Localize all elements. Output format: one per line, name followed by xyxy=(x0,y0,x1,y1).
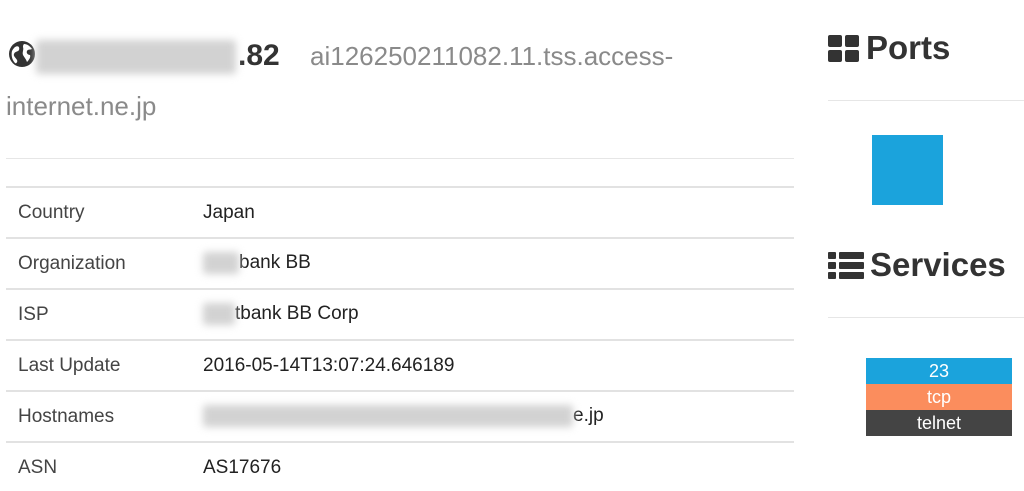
row-value: tbank BB Corp xyxy=(203,289,794,340)
grid-icon xyxy=(828,35,859,62)
header-divider xyxy=(6,158,794,159)
row-value: bank BB xyxy=(203,238,794,289)
table-row: Country Japan xyxy=(6,187,794,238)
table-row: ISP tbank BB Corp xyxy=(6,289,794,340)
row-key: Organization xyxy=(18,252,126,274)
isp-value: tbank BB Corp xyxy=(235,303,359,325)
row-key: Hostnames xyxy=(18,405,115,427)
services-divider xyxy=(828,317,1024,318)
table-row: Hostnames e.jp xyxy=(6,391,794,442)
redacted-text xyxy=(203,252,239,275)
row-value: AS17676 xyxy=(203,457,282,478)
row-key: ASN xyxy=(18,457,58,478)
ip-suffix: .82 xyxy=(238,39,280,72)
ip-address: .82 xyxy=(36,28,280,84)
services-title: Services xyxy=(870,246,1006,283)
service-protocol: tcp xyxy=(866,384,1012,410)
list-icon xyxy=(828,252,864,279)
ports-divider xyxy=(828,100,1024,101)
port-tile[interactable] xyxy=(872,135,943,205)
hostname-line1: ai126250211082.11.tss.access- xyxy=(310,41,674,71)
ports-heading: Ports xyxy=(828,28,950,68)
row-key: Last Update xyxy=(18,354,121,376)
row-key: ISP xyxy=(18,303,49,325)
services-heading: Services xyxy=(828,245,1006,285)
hostnames-value: e.jp xyxy=(573,405,604,427)
table-row: ASN AS17676 xyxy=(6,442,794,491)
host-details-table: Country Japan Organization bank BB ISP t… xyxy=(6,186,794,491)
organization-value: bank BB xyxy=(239,252,311,274)
service-port: 23 xyxy=(866,358,1012,384)
table-row: Organization bank BB xyxy=(6,238,794,289)
hostname-line2: internet.ne.jp xyxy=(6,91,157,121)
redacted-ip-prefix xyxy=(36,40,236,75)
globe-icon xyxy=(9,41,35,67)
redacted-text xyxy=(203,405,573,428)
redacted-text xyxy=(203,303,235,326)
table-row: Last Update 2016-05-14T13:07:24.646189 xyxy=(6,340,794,391)
row-value: Japan xyxy=(203,201,255,223)
row-value: e.jp xyxy=(203,391,794,442)
row-value: 2016-05-14T13:07:24.646189 xyxy=(203,354,455,376)
row-key: Country xyxy=(18,201,85,223)
ports-title: Ports xyxy=(866,29,951,66)
service-name: telnet xyxy=(866,410,1012,436)
service-badge[interactable]: 23 tcp telnet xyxy=(866,358,1012,436)
